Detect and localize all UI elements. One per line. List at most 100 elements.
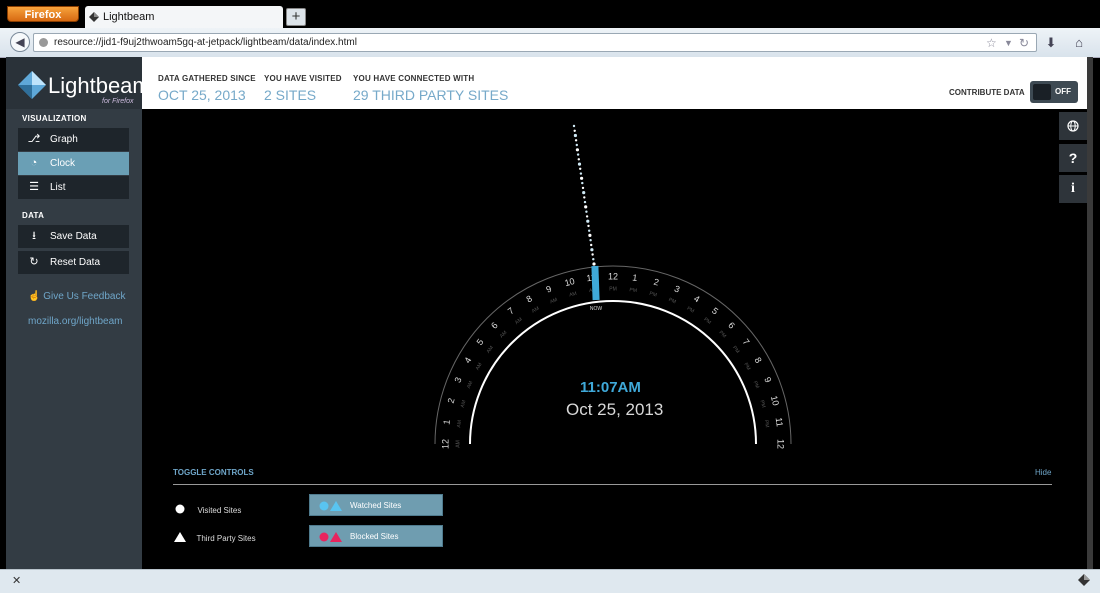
third-party-sites-label: Third Party Sites: [196, 534, 256, 543]
clock-ampm-label: AM: [531, 306, 540, 315]
visited-label: YOU HAVE VISITED: [264, 74, 342, 83]
visualization-section-title: VISUALIZATION: [22, 114, 87, 123]
clock-ampm-label: PM: [629, 287, 637, 294]
site-identity-icon[interactable]: [39, 38, 48, 47]
close-icon[interactable]: ✕: [12, 574, 21, 587]
help-icon[interactable]: ?: [1059, 144, 1087, 172]
site-dot: [579, 172, 583, 175]
clock-ampm-label: PM: [731, 345, 740, 355]
clock-hour-label: 12: [776, 439, 786, 449]
third-party-sites-legend: Third Party Sites: [174, 528, 256, 546]
graph-icon: ⎇: [27, 133, 41, 145]
hide-toggle-controls-link[interactable]: Hide: [1035, 468, 1051, 477]
site-dot: [588, 233, 592, 237]
site-dot: [575, 143, 578, 147]
firefox-menu-button[interactable]: Firefox: [7, 6, 79, 22]
site-dot: [572, 124, 576, 128]
visited-sites-legend: Visited Sites: [175, 500, 241, 518]
clock-visualization-area: ? i 12 AM 1 AM 2 AM 3 AM 4 AM 5 AM 6 AM 7 AM 8 AM 9 AM 10 AM 1…: [142, 109, 1093, 569]
now-pointer: NOW: [572, 124, 602, 312]
dropdown-arrow-icon[interactable]: ▼: [1004, 35, 1013, 51]
site-dot: [585, 215, 589, 218]
sidebar-item-label: Clock: [50, 158, 76, 169]
clock-hour-label: 8: [525, 293, 534, 304]
clock-hour-label: 6: [489, 320, 500, 331]
url-text: resource://jid1-f9uj2thwoam5gq-at-jetpac…: [54, 37, 357, 48]
info-icon[interactable]: i: [1059, 175, 1087, 203]
download-icon: ⭳: [32, 230, 36, 242]
globe-icon[interactable]: [1059, 112, 1087, 140]
navigation-bar: ◀ resource://jid1-f9uj2thwoam5gq-at-jetp…: [0, 28, 1100, 58]
site-dot: [584, 205, 588, 209]
sidebar-item-clock[interactable]: ◔ Clock: [18, 152, 129, 175]
save-data-button[interactable]: ⭳ Save Data: [18, 225, 129, 248]
scrollbar[interactable]: [1087, 57, 1093, 569]
clock-ampm-label: AM: [466, 380, 474, 389]
clock-hour-label: 1: [441, 419, 452, 425]
now-marker-bar: [591, 265, 600, 301]
clock-ampm-label: PM: [668, 297, 677, 305]
bookmark-star-icon[interactable]: ☆: [986, 35, 997, 51]
reset-data-label: Reset Data: [50, 257, 101, 268]
connected-value: 29 THIRD PARTY SITES: [353, 87, 509, 103]
data-since-label: DATA GATHERED SINCE: [158, 74, 256, 83]
new-tab-button[interactable]: +: [286, 8, 306, 26]
clock-ampm-label: AM: [514, 317, 524, 326]
clock-hour-labels: 12AM1AM2AM3AM4AM5AM6AM7AM8AM9AM10AM11AM1…: [440, 271, 785, 449]
watched-sites-label: Watched Sites: [350, 501, 402, 510]
clock-ampm-label: AM: [569, 291, 578, 299]
clock-hour-label: 9: [545, 284, 553, 295]
contribute-data-label: CONTRIBUTE DATA: [949, 88, 1025, 97]
mozilla-lightbeam-link[interactable]: mozilla.org/lightbeam: [28, 316, 123, 327]
lightbeam-logo: Lightbeam for Firefox: [6, 57, 151, 109]
site-dot: [581, 181, 584, 185]
sidebar-item-list[interactable]: ☰ List: [18, 176, 129, 199]
site-dot: [577, 158, 580, 161]
back-button[interactable]: ◀: [10, 32, 30, 52]
site-dot: [575, 148, 579, 152]
clock-ampm-label: PM: [718, 330, 728, 340]
site-dot: [591, 253, 594, 256]
watched-sites-button[interactable]: Watched Sites: [309, 494, 443, 516]
visited-value: 2 SITES: [264, 87, 317, 103]
feedback-link[interactable]: ☝ Give Us Feedback: [28, 291, 126, 302]
clock-date: Oct 25, 2013: [566, 400, 664, 419]
reload-icon[interactable]: ↻: [1019, 35, 1029, 51]
site-dot: [577, 162, 582, 166]
clock-hour-label: 6: [726, 320, 737, 331]
clock-hour-label: 10: [769, 395, 781, 407]
downloads-icon[interactable]: ⬇: [1041, 33, 1061, 52]
clock-ampm-label: AM: [499, 330, 509, 340]
clock-hour-label: 10: [564, 276, 576, 288]
site-dot: [583, 196, 586, 199]
url-bar[interactable]: resource://jid1-f9uj2thwoam5gq-at-jetpac…: [33, 33, 1037, 52]
site-dot: [588, 229, 591, 232]
blocked-sites-button[interactable]: Blocked Sites: [309, 525, 443, 547]
addon-bar-icon[interactable]: [1078, 574, 1090, 586]
data-since-value: OCT 25, 2013: [158, 87, 246, 103]
clock-hour-label: 3: [453, 376, 464, 384]
toggle-controls-title: TOGGLE CONTROLS: [173, 468, 254, 477]
tab-title: Lightbeam: [103, 11, 155, 23]
stats-header: DATA GATHERED SINCE OCT 25, 2013 YOU HAV…: [142, 57, 1093, 109]
reset-icon: ↻: [29, 256, 39, 268]
site-dot: [579, 167, 582, 170]
clock-ampm-label: AM: [460, 400, 468, 409]
clock-hour-label: 2: [446, 397, 457, 404]
browser-titlebar: Firefox Lightbeam +: [0, 0, 1100, 28]
site-dot: [574, 139, 578, 142]
connected-label: YOU HAVE CONNECTED WITH: [353, 74, 475, 83]
browser-tab[interactable]: Lightbeam: [85, 6, 283, 28]
reset-data-button[interactable]: ↻ Reset Data: [18, 251, 129, 274]
site-dot: [581, 186, 585, 190]
home-icon[interactable]: ⌂: [1069, 33, 1089, 52]
site-dot: [586, 219, 590, 223]
clock-ampm-label: AM: [486, 345, 495, 355]
clock-hour-label: 12: [608, 271, 618, 281]
site-dot: [589, 239, 592, 242]
logo-subtitle: for Firefox: [102, 98, 134, 105]
sidebar-item-graph[interactable]: ⎇ Graph: [18, 128, 129, 151]
toggle-divider: [173, 484, 1052, 485]
sidebar-item-label: List: [50, 182, 66, 193]
contribute-data-toggle[interactable]: OFF: [1030, 81, 1078, 103]
